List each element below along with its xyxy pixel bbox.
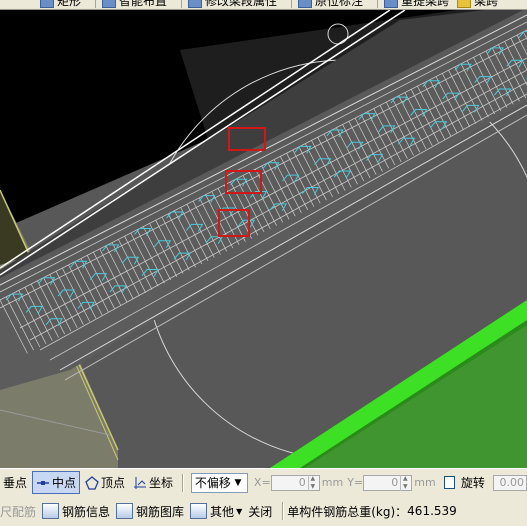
beam-span-icon [457, 0, 472, 8]
bottom-toolbar: 缩尺配筋 钢筋信息 钢筋图库 其他 ▼ 关闭 单构件钢筋总重(kg)： 461.… [0, 496, 527, 526]
rebar-scale-button[interactable]: 缩尺配筋 [0, 503, 36, 520]
in-place-annotation-icon [298, 0, 313, 8]
y-label: Y= [347, 476, 364, 489]
x-label: X= [253, 476, 271, 489]
toolbar-separator [291, 0, 293, 8]
toolbar-separator [95, 0, 97, 8]
re-extract-span-icon [384, 0, 399, 8]
perpendicular-snap-button[interactable]: 垂点 [0, 472, 30, 493]
rotate-checkbox[interactable] [443, 476, 455, 489]
in-place-annotation-button[interactable]: 原位标注 [298, 0, 363, 9]
chevron-down-icon: ▼ [234, 477, 242, 488]
other-icon [190, 503, 208, 519]
rectangle-button[interactable]: 矩形 [40, 0, 81, 9]
rotate-label: 旋转 [460, 476, 485, 490]
smart-layout-icon [102, 0, 117, 8]
rebar-info-icon [42, 503, 60, 519]
re-extract-span-button[interactable]: 重提梁跨 [384, 0, 449, 9]
y-offset-input[interactable]: 0 ▲ ▼ [363, 474, 413, 491]
model-viewport[interactable] [0, 10, 527, 468]
beam-span-button[interactable]: 梁跨 [457, 0, 498, 9]
y-spinner[interactable]: ▲ ▼ [400, 474, 409, 491]
midpoint-icon [36, 476, 50, 490]
midpoint-snap-button[interactable]: 中点 [32, 471, 81, 494]
rebar-info-button[interactable]: 钢筋信息 [42, 503, 110, 520]
edit-beam-button[interactable]: 修改梁段属性 [188, 0, 277, 9]
x-unit: mm [321, 476, 344, 489]
close-button[interactable]: 关闭 [248, 503, 272, 520]
coordinate-snap-button[interactable]: 坐标 [130, 472, 176, 493]
weight-label: 单构件钢筋总重(kg)： [287, 504, 408, 519]
beam-3d-view[interactable] [0, 10, 527, 468]
rectangle-icon [40, 0, 54, 8]
coordinate-icon [133, 476, 147, 490]
rebar-library-icon [116, 503, 134, 519]
weight-value: 461.539 [407, 504, 457, 518]
toolbar-separator [377, 0, 379, 8]
y-unit: mm [414, 476, 436, 489]
smart-layout-button[interactable]: 智能布置 [102, 0, 167, 9]
x-offset-input[interactable]: 0 ▲ ▼ [270, 474, 320, 491]
toolbar-separator [282, 502, 284, 520]
toolbar-separator [181, 0, 183, 8]
vertex-snap-button[interactable]: 顶点 [82, 472, 128, 493]
rebar-library-button[interactable]: 钢筋图库 [116, 503, 184, 520]
top-toolbar: 矩形 智能布置 修改梁段属性 原位标注 重提梁跨 梁跨 [0, 0, 527, 10]
edit-beam-icon [188, 0, 203, 8]
rebar-weight-readout: 单构件钢筋总重(kg)： 461.539 [287, 503, 457, 520]
x-spinner[interactable]: ▲ ▼ [307, 474, 317, 491]
offset-dropdown[interactable]: 不偏移 ▼ [190, 472, 248, 493]
chevron-down-icon: ▼ [236, 506, 243, 516]
toolbar-separator [182, 473, 183, 492]
vertex-icon [85, 475, 99, 490]
rotate-input[interactable]: 0.00 [492, 474, 527, 491]
snap-toolbar: 垂点 中点 顶点 坐标 不偏移 ▼ X= 0 ▲ ▼ mm Y= 0 ▲ ▼ mm … [0, 468, 527, 497]
other-menu-button[interactable]: 其他 ▼ [190, 503, 242, 520]
